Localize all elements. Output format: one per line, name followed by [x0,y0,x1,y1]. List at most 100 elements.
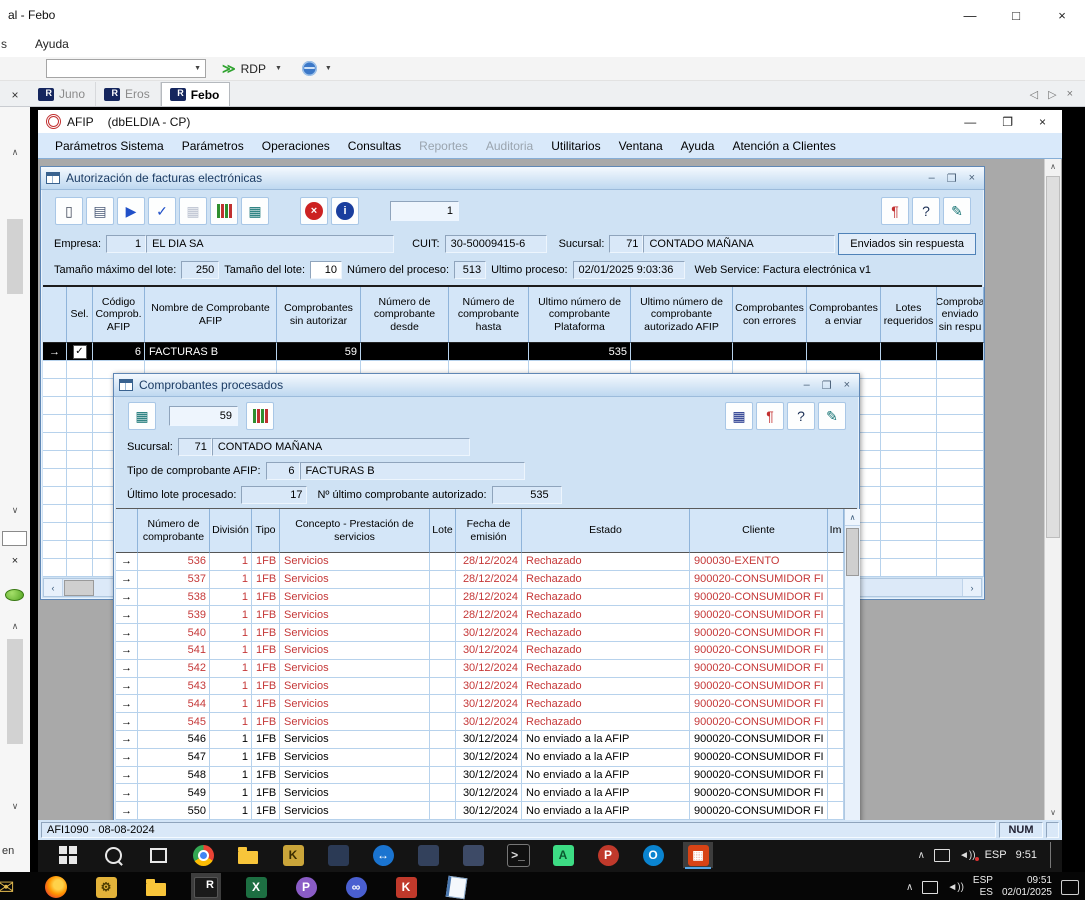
notepad-icon[interactable] [441,873,471,900]
enviados-sin-respuesta-button[interactable]: Enviados sin respuesta [838,233,976,255]
preview-icon[interactable]: ¶ [756,402,784,430]
comprobante-row-544[interactable]: →54411FBServicios30/12/2024Rechazado9000… [116,695,844,713]
afip-menu-par-metros-sistema[interactable]: Parámetros Sistema [46,139,173,153]
erp-app-icon[interactable]: ▦ [683,842,713,868]
comprobante-row-543[interactable]: →54311FBServicios30/12/2024Rechazado9000… [116,678,844,696]
comprobante-row-541[interactable]: →54111FBServicios30/12/2024Rechazado9000… [116,642,844,660]
scroll-down-icon[interactable]: ∨ [0,505,30,516]
close-icon[interactable]: × [0,555,30,567]
afip-restore-button[interactable]: ❐ [1002,115,1013,129]
checkbox-checked-icon[interactable]: ✓ [73,345,87,359]
cancel-icon[interactable]: × [300,197,328,225]
comprobante-row-547[interactable]: →54711FBServicios30/12/2024No enviado a … [116,749,844,767]
save-icon[interactable]: ▦ [179,197,207,225]
tab-eros[interactable]: Eros [96,82,161,106]
panel-close-icon[interactable]: × [0,88,30,106]
red-app-icon[interactable]: K [391,873,421,900]
comprobante-row-550[interactable]: →55011FBServicios30/12/2024No enviado a … [116,802,844,820]
afip-menu-par-metros[interactable]: Parámetros [173,139,253,153]
admin-tools-icon[interactable]: ⚙ [91,873,121,900]
comprobante-row-538[interactable]: →53811FBServicios28/12/2024Rechazado9000… [116,589,844,607]
notification-center-icon[interactable] [1061,880,1079,895]
remote-clock[interactable]: 9:51 [1016,849,1037,861]
afip-menu-consultas[interactable]: Consultas [339,139,410,153]
process-count-field[interactable]: 1 [390,201,459,221]
scroll-up-icon[interactable]: ∧ [0,147,30,158]
comprobante-row-539[interactable]: →53911FBServicios28/12/2024Rechazado9000… [116,606,844,624]
comprobante-row-548[interactable]: →54811FBServicios30/12/2024No enviado a … [116,767,844,785]
grid-icon[interactable]: ▦ [725,402,753,430]
firefox-icon[interactable] [41,873,71,900]
scroll-left-icon[interactable]: ‹ [44,579,63,596]
restore-button[interactable]: ❐ [822,379,832,392]
afip-menu-atenci-n-a-clientes[interactable]: Atención a Clientes [723,139,844,153]
scrollbar-thumb[interactable] [64,580,94,596]
autorizacion-titlebar[interactable]: Autorización de facturas electrónicas – … [41,167,984,190]
mremoteng-icon[interactable] [191,873,221,900]
comprobante-row-546[interactable]: →54611FBServicios30/12/2024No enviado a … [116,731,844,749]
comprobante-row-545[interactable]: →54511FBServicios30/12/2024Rechazado9000… [116,713,844,731]
host-menu-ayuda[interactable]: Ayuda [35,37,69,51]
scroll-down-icon[interactable]: ∨ [1045,805,1061,820]
language-indicator[interactable]: ESPES [973,875,993,899]
speaker-muted-icon[interactable]: ◄)) [959,850,976,861]
rdp-tray-icon[interactable] [922,881,938,894]
phone-app-icon[interactable] [323,842,353,868]
scrollbar-thumb[interactable] [7,639,23,744]
device-app-icon[interactable] [413,842,443,868]
host-maximize-button[interactable]: □ [993,0,1039,30]
host-minimize-button[interactable]: — [947,0,993,30]
speaker-icon[interactable]: ◄)) [947,882,964,893]
tray-chevron-up-icon[interactable]: ∧ [918,850,925,861]
minimize-button[interactable]: – [804,379,810,392]
folder-icon[interactable] [233,842,263,868]
mobile-app-icon[interactable] [458,842,488,868]
scroll-up-icon[interactable]: ∧ [845,509,860,526]
new-record-icon[interactable]: ▯ [55,197,83,225]
tab-scroll-left-icon[interactable]: ◁ [1030,88,1038,101]
panel-input[interactable] [2,531,27,546]
keepass-icon[interactable]: K [278,842,308,868]
teamviewer-icon[interactable]: ↔ [368,842,398,868]
copilot-icon[interactable]: ∞ [341,873,371,900]
tray-chevron-up-icon[interactable]: ∧ [906,882,913,893]
grid-edit-icon[interactable]: ▦ [128,402,156,430]
record-count-field[interactable]: 59 [169,406,238,426]
run-process-icon[interactable]: ▶ [117,197,145,225]
paint-icon[interactable]: P [291,873,321,900]
minimize-button[interactable]: – [929,172,935,185]
scroll-up-icon[interactable]: ∧ [1045,159,1061,174]
show-desktop-button[interactable] [1050,842,1056,868]
remote-language-indicator[interactable]: ESP [985,849,1007,861]
host-close-button[interactable]: × [1039,0,1085,30]
help-icon[interactable]: ? [912,197,940,225]
vertical-scrollbar[interactable]: ∧ [844,509,860,820]
start-icon[interactable] [53,842,83,868]
scrollbar-thumb[interactable] [846,528,859,576]
help-icon[interactable]: ? [787,402,815,430]
photoshop-app-icon[interactable]: P [593,842,623,868]
columns-icon[interactable] [210,197,238,225]
info-icon[interactable]: i [331,197,359,225]
connection-combobox[interactable]: ▼ [46,59,206,78]
selected-comprobante-row[interactable]: →✓6FACTURAS B59535 [43,343,982,361]
close-button[interactable]: × [969,172,975,185]
mail-icon[interactable]: ✉ [0,873,21,900]
comprobante-row-536[interactable]: →53611FBServicios28/12/2024Rechazado9000… [116,553,844,571]
excel-icon[interactable]: X [241,873,271,900]
mdi-vertical-scrollbar[interactable]: ∧ ∨ [1044,159,1061,820]
comprobante-row-540[interactable]: →54011FBServicios30/12/2024Rechazado9000… [116,624,844,642]
afip-minimize-button[interactable]: — [964,115,976,129]
comprobante-row-537[interactable]: →53711FBServicios28/12/2024Rechazado9000… [116,571,844,589]
execute-icon[interactable]: ✎ [943,197,971,225]
scroll-up-icon[interactable]: ∧ [0,621,30,632]
close-button[interactable]: × [844,379,850,392]
chrome-icon[interactable] [188,842,218,868]
grid-edit-icon[interactable]: ▦ [241,197,269,225]
scroll-down-icon[interactable]: ∨ [0,801,30,812]
afip-menu-utilitarios[interactable]: Utilitarios [542,139,609,153]
globe-icon[interactable] [302,61,317,76]
afip-menu-ayuda[interactable]: Ayuda [672,139,724,153]
tab-scroll-right-icon[interactable]: ▷ [1048,88,1056,101]
network-tray-icon[interactable] [934,849,950,862]
